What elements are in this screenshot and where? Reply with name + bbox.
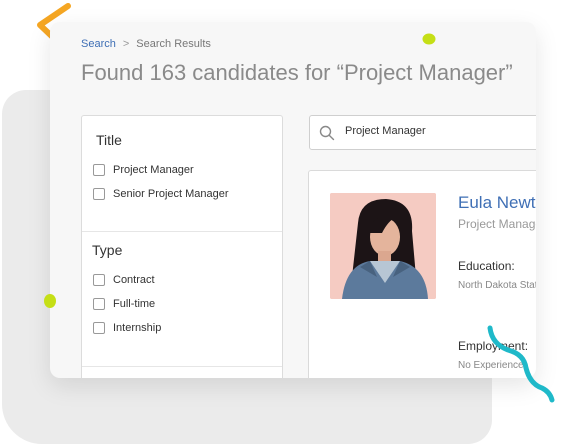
filter-heading-type: Type <box>92 242 123 258</box>
filter-option-label: Project Manager <box>113 164 194 176</box>
filter-option-project-manager[interactable]: Project Manager <box>93 163 194 177</box>
filter-divider <box>82 366 282 367</box>
filter-panel: Title Project Manager Senior Project Man… <box>81 115 283 378</box>
breadcrumb-current: Search Results <box>136 38 211 50</box>
teal-squiggle-decoration <box>487 325 555 403</box>
search-results-panel: Search > Search Results Found 163 candidat… <box>50 22 536 378</box>
checkbox[interactable] <box>93 322 105 334</box>
breadcrumb-separator: > <box>122 38 130 50</box>
filter-option-label: Internship <box>113 322 162 334</box>
filter-option-senior-project-manager[interactable]: Senior Project Manager <box>93 187 229 201</box>
filter-divider <box>82 231 282 232</box>
checkbox[interactable] <box>93 274 105 286</box>
search-icon[interactable] <box>319 125 335 141</box>
candidate-role: Project Manager <box>458 217 536 231</box>
breadcrumb-search-link[interactable]: Search <box>81 38 116 50</box>
filter-option-contract[interactable]: Contract <box>93 273 155 287</box>
filter-option-full-time[interactable]: Full-time <box>93 297 155 311</box>
candidate-photo <box>330 193 436 299</box>
breadcrumb: Search > Search Results <box>81 38 211 50</box>
checkbox[interactable] <box>93 164 105 176</box>
lime-dot-decoration <box>44 294 56 308</box>
filter-option-internship[interactable]: Internship <box>93 321 161 335</box>
checkbox[interactable] <box>93 188 105 200</box>
search-bar[interactable] <box>309 115 536 150</box>
page-title: Found 163 candidates for “Project Manage… <box>81 60 513 85</box>
filter-option-label: Senior Project Manager <box>113 188 229 200</box>
filter-option-label: Full-time <box>113 298 156 310</box>
search-input[interactable] <box>345 125 536 137</box>
avatar <box>330 193 436 299</box>
education-value: North Dakota State University <box>458 280 536 291</box>
filter-heading-title: Title <box>96 132 122 148</box>
lime-dot-decoration <box>422 33 436 45</box>
filter-option-label: Contract <box>113 274 155 286</box>
checkbox[interactable] <box>93 298 105 310</box>
education-label: Education: <box>458 259 515 273</box>
candidate-name-link[interactable]: Eula Newton <box>458 193 536 213</box>
